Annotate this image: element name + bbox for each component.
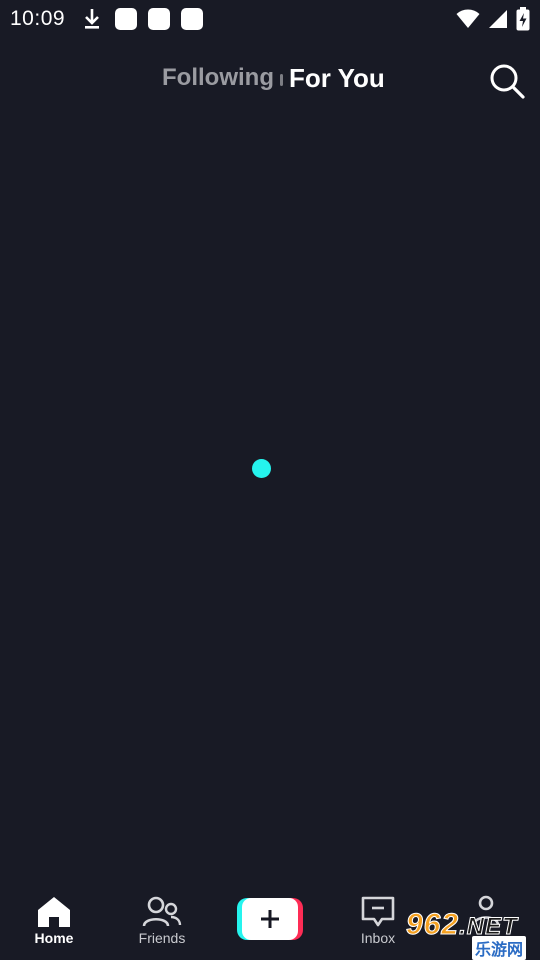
battery-charging-icon: [516, 7, 530, 31]
notification-square-icon: [115, 8, 138, 30]
watermark-sub: 乐游网: [472, 936, 527, 960]
notification-square-icon: [181, 8, 204, 30]
cell-signal-icon: [489, 10, 507, 28]
tab-following[interactable]: Following: [162, 64, 274, 92]
download-icon: [85, 9, 100, 29]
status-time: 10:09: [10, 7, 66, 30]
nav-friends[interactable]: Friends: [122, 894, 202, 954]
friends-icon: [142, 894, 182, 930]
plus-icon: [261, 910, 279, 928]
home-icon: [34, 894, 74, 930]
watermark-brand: 962: [405, 908, 460, 942]
watermark-logo: 962.NET 乐游网: [400, 908, 538, 960]
notification-square-icon: [148, 8, 171, 30]
loading-indicator: [252, 459, 271, 478]
tab-for-you[interactable]: For You: [289, 63, 385, 94]
nav-friends-label: Friends: [138, 930, 186, 946]
search-icon[interactable]: [488, 62, 526, 100]
status-bar: 10:09: [0, 0, 540, 38]
nav-home-label: Home: [34, 930, 74, 946]
inbox-icon: [358, 894, 398, 930]
app-screen: 10:09 Following For You Home Friends Inb…: [0, 0, 540, 960]
create-button[interactable]: [237, 898, 303, 940]
status-indicators: [456, 7, 530, 31]
nav-inbox-label: Inbox: [360, 930, 396, 946]
wifi-icon: [456, 9, 480, 28]
tab-divider: [280, 74, 283, 86]
nav-home[interactable]: Home: [14, 894, 94, 954]
feed-tabs: Following For You: [0, 60, 540, 100]
